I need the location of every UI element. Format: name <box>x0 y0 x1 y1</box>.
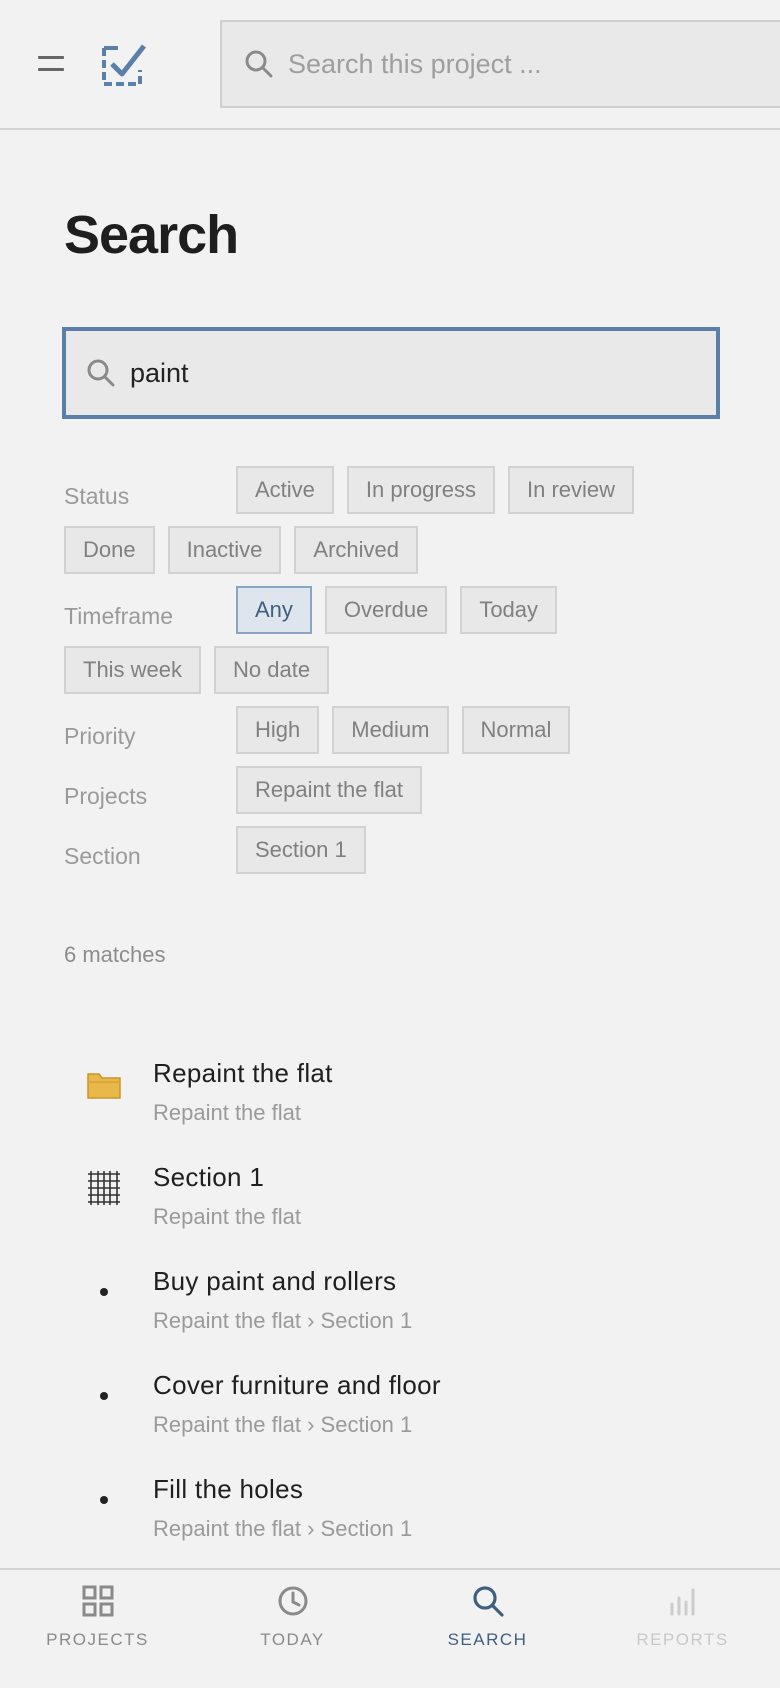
clock-icon <box>278 1586 307 1616</box>
result-path: Repaint the flat › Section 1 <box>153 1308 413 1333</box>
project-search-box[interactable] <box>220 20 780 108</box>
chip-timeframe-today[interactable]: Today <box>460 586 558 634</box>
result-item[interactable]: Fill the holes Repaint the flat › Sectio… <box>80 1468 720 1572</box>
chip-status-in-review[interactable]: In review <box>507 466 635 514</box>
match-count: 6 matches <box>64 942 166 967</box>
menu-icon[interactable] <box>38 54 66 74</box>
chip-status-inactive[interactable]: Inactive <box>167 526 282 574</box>
result-title: Section 1 <box>153 1162 265 1192</box>
result-path: Repaint the flat <box>153 1100 301 1125</box>
chip-status-in-progress[interactable]: In progress <box>346 466 495 514</box>
page-title: Search <box>64 205 239 265</box>
filter-label-projects: Projects <box>64 783 148 809</box>
chip-section-1[interactable]: Section 1 <box>236 826 366 874</box>
result-title: Repaint the flat <box>153 1058 333 1088</box>
result-title: Buy paint and rollers <box>153 1266 397 1296</box>
chip-priority-medium[interactable]: Medium <box>332 706 449 754</box>
filter-row-projects: Projects Repaint the flat <box>64 766 744 826</box>
bullet-icon <box>86 1482 122 1518</box>
search-input[interactable] <box>130 357 690 389</box>
project-search-input[interactable] <box>288 48 748 80</box>
result-title: Fill the holes <box>153 1474 304 1504</box>
chip-timeframe-this-week[interactable]: This week <box>64 646 202 694</box>
chip-status-archived[interactable]: Archived <box>294 526 419 574</box>
filter-row-status: Status Active In progress In review Done… <box>64 466 744 586</box>
chip-timeframe-any[interactable]: Any <box>236 586 312 634</box>
checkbox-logo-icon <box>102 44 146 86</box>
nav-search[interactable]: SEARCH <box>390 1570 585 1688</box>
filter-label-status: Status <box>64 483 130 509</box>
filter-label-timeframe: Timeframe <box>64 603 174 629</box>
folder-icon <box>86 1066 122 1102</box>
nav-projects[interactable]: PROJECTS <box>0 1570 195 1688</box>
chip-priority-normal[interactable]: Normal <box>461 706 571 754</box>
nav-today-label: TODAY <box>260 1630 325 1649</box>
filter-row-priority: Priority High Medium Normal <box>64 706 744 766</box>
chip-timeframe-overdue[interactable]: Overdue <box>324 586 448 634</box>
result-path: Repaint the flat <box>153 1204 301 1229</box>
result-item[interactable]: Cover furniture and floor Repaint the fl… <box>80 1364 720 1468</box>
result-path: Repaint the flat › Section 1 <box>153 1412 413 1437</box>
result-item[interactable]: Repaint the flat Repaint the flat <box>80 1052 720 1156</box>
search-icon <box>472 1586 504 1617</box>
search-icon <box>87 359 115 387</box>
filter-label-priority: Priority <box>64 723 136 749</box>
chip-status-active[interactable]: Active <box>236 466 334 514</box>
result-item[interactable]: Buy paint and rollers Repaint the flat ›… <box>80 1260 720 1364</box>
bullet-icon <box>86 1378 122 1414</box>
search-icon <box>245 50 273 78</box>
result-item[interactable]: Section 1 Repaint the flat <box>80 1156 720 1260</box>
nav-search-label: SEARCH <box>447 1630 528 1649</box>
top-bar <box>0 0 780 130</box>
filters-panel: Status Active In progress In review Done… <box>64 466 744 898</box>
results-list: Repaint the flat Repaint the flat Sectio… <box>80 1052 720 1572</box>
chip-project-repaint-the-flat[interactable]: Repaint the flat <box>236 766 422 814</box>
bullet-icon <box>86 1274 122 1310</box>
nav-today[interactable]: TODAY <box>195 1570 390 1688</box>
result-title: Cover furniture and floor <box>153 1370 441 1400</box>
search-box[interactable] <box>62 327 720 419</box>
filter-label-section: Section <box>64 843 141 869</box>
bottom-nav: PROJECTS TODAY SEARCH REPORTS <box>0 1568 780 1688</box>
filter-row-timeframe: Timeframe Any Overdue Today This week No… <box>64 586 744 706</box>
nav-projects-label: PROJECTS <box>46 1630 149 1649</box>
chip-priority-high[interactable]: High <box>236 706 320 754</box>
grid-icon <box>86 1170 122 1206</box>
chip-timeframe-no-date[interactable]: No date <box>214 646 330 694</box>
nav-reports[interactable]: REPORTS <box>585 1570 780 1688</box>
grid-squares-icon <box>82 1585 113 1617</box>
chip-status-done[interactable]: Done <box>64 526 155 574</box>
result-path: Repaint the flat › Section 1 <box>153 1516 413 1541</box>
nav-reports-label: REPORTS <box>636 1630 729 1649</box>
filter-row-section: Section Section 1 <box>64 826 744 886</box>
bar-chart-icon <box>670 1588 694 1616</box>
